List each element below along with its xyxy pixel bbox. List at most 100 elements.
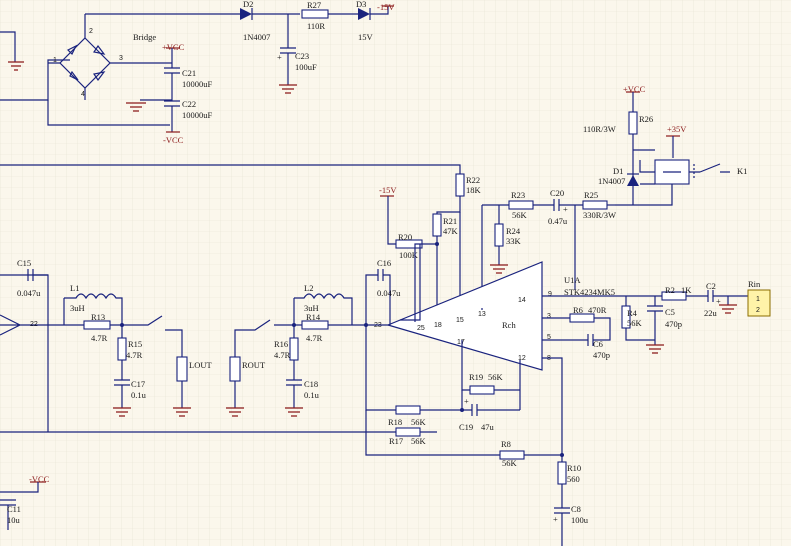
grid-background xyxy=(0,0,791,546)
r18-ref: R18 xyxy=(388,417,402,427)
c15-ref: C15 xyxy=(17,258,31,268)
pin-17: 17 xyxy=(457,339,465,346)
resistor-r19 xyxy=(469,385,495,395)
relay-vcc-label: +VCC xyxy=(623,84,646,94)
r23-value: 56K xyxy=(512,210,528,220)
r14-ref: R14 xyxy=(306,312,321,322)
pin-25: 25 xyxy=(417,325,425,332)
resistor-r17 xyxy=(395,427,421,437)
r13-ref: R13 xyxy=(91,312,105,322)
rin-pin-1: 1 xyxy=(756,296,760,303)
r6-ref: R6 xyxy=(573,305,583,315)
u1a-ref: U1A xyxy=(564,275,581,285)
resistor-r21 xyxy=(432,213,442,237)
r2-value: 1K xyxy=(681,285,692,295)
r17-value: 56K xyxy=(411,436,427,446)
r10-ref: R10 xyxy=(567,463,581,473)
r19-value: 56K xyxy=(488,372,504,382)
pin-9: 9 xyxy=(548,291,552,298)
resistor-r15 xyxy=(117,337,127,361)
r8-value: 56K xyxy=(502,458,518,468)
r17-ref: R17 xyxy=(389,436,403,446)
d3-value: 15V xyxy=(358,32,374,42)
c19-plus: + xyxy=(464,396,469,406)
c20-ref: C20 xyxy=(550,188,564,198)
r20-value: 100K xyxy=(399,250,419,260)
d2-value: 1N4007 xyxy=(243,32,270,42)
r8-ref: R8 xyxy=(501,439,511,449)
c20-value: 0.47u xyxy=(548,216,568,226)
pin-22: 22 xyxy=(30,321,38,328)
rout-terminal xyxy=(229,356,241,382)
rout-label: ROUT xyxy=(242,360,266,370)
r21-ref: R21 xyxy=(443,216,457,226)
resistor-r25 xyxy=(582,200,608,210)
bridge-pin-2: 2 xyxy=(89,28,93,35)
resistor-r16 xyxy=(289,337,299,361)
bridge-label: Bridge xyxy=(133,32,156,42)
r22-value: 18K xyxy=(466,185,482,195)
r26-value: 110R/3W xyxy=(583,124,616,134)
c17-ref: C17 xyxy=(131,379,145,389)
schematic-canvas: Bridge 2 1 3 4 D2 1N4007 R27 110R D3 15V… xyxy=(0,0,791,546)
rin-pin-2: 2 xyxy=(756,307,760,314)
pin-15: 15 xyxy=(456,317,464,324)
c16-value: 0.047u xyxy=(377,288,401,298)
r14-value: 4.7R xyxy=(306,333,323,343)
c21-ref: C21 xyxy=(182,68,196,78)
r26-ref: R26 xyxy=(639,114,653,124)
resistor-r27 xyxy=(301,9,329,19)
resistor-r23 xyxy=(508,200,534,210)
pin-12: 12 xyxy=(518,355,526,362)
c8-value: 100u xyxy=(571,515,589,525)
c11-value: 10u xyxy=(7,515,21,525)
c8-ref: C8 xyxy=(571,504,581,514)
c20-plus: + xyxy=(563,204,568,214)
r4-ref: R4 xyxy=(627,308,638,318)
vcc-pos-label: +VCC xyxy=(162,42,185,52)
r27-value: 110R xyxy=(307,21,325,31)
r16-value: 4.7R xyxy=(274,350,291,360)
c8-plus: + xyxy=(553,514,558,524)
l1-value: 3uH xyxy=(70,303,85,313)
l2-ref: L2 xyxy=(304,283,313,293)
c19-value: 47u xyxy=(481,422,495,432)
lout-label: LOUT xyxy=(189,360,212,370)
c16-ref: C16 xyxy=(377,258,391,268)
r24-value: 33K xyxy=(506,236,522,246)
pin-13: 13 xyxy=(478,311,486,318)
c5-ref: C5 xyxy=(665,307,675,317)
c6-ref: C6 xyxy=(593,339,603,349)
d3-ref: D3 xyxy=(356,0,366,9)
resistor-r24 xyxy=(494,223,504,247)
pin-14: 14 xyxy=(518,297,526,304)
r13-value: 4.7R xyxy=(91,333,108,343)
c23-ref: C23 xyxy=(295,51,309,61)
c2-ref: C2 xyxy=(706,281,716,291)
resistor-r13 xyxy=(83,320,111,330)
r25-ref: R25 xyxy=(584,190,598,200)
c15-value: 0.047u xyxy=(17,288,41,298)
d2-ref: D2 xyxy=(243,0,253,9)
rin-ref: Rin xyxy=(748,279,761,289)
r21-value: 47K xyxy=(443,226,459,236)
c22-value: 10000uF xyxy=(182,110,213,120)
r18-value: 56K xyxy=(411,417,427,427)
r4-value: 56K xyxy=(627,318,643,328)
c23-plus: + xyxy=(277,52,282,62)
d1-ref: D1 xyxy=(613,166,623,176)
r2-ref: R2 xyxy=(665,285,675,295)
c5-value: 470p xyxy=(665,319,682,329)
resistor-r10 xyxy=(557,461,567,485)
r19-ref: R19 xyxy=(469,372,483,382)
neg15v-label-mid: -15V xyxy=(379,185,397,195)
bridge-pin-1: 1 xyxy=(53,57,57,64)
c17-value: 0.1u xyxy=(131,390,147,400)
k1-ref: K1 xyxy=(737,166,747,176)
c18-ref: C18 xyxy=(304,379,318,389)
resistor-r14 xyxy=(301,320,329,330)
lout-terminal xyxy=(176,356,188,382)
c11-ref: C11 xyxy=(7,504,21,514)
pos35v-label: +35V xyxy=(667,124,687,134)
r6-value: 470R xyxy=(588,305,607,315)
